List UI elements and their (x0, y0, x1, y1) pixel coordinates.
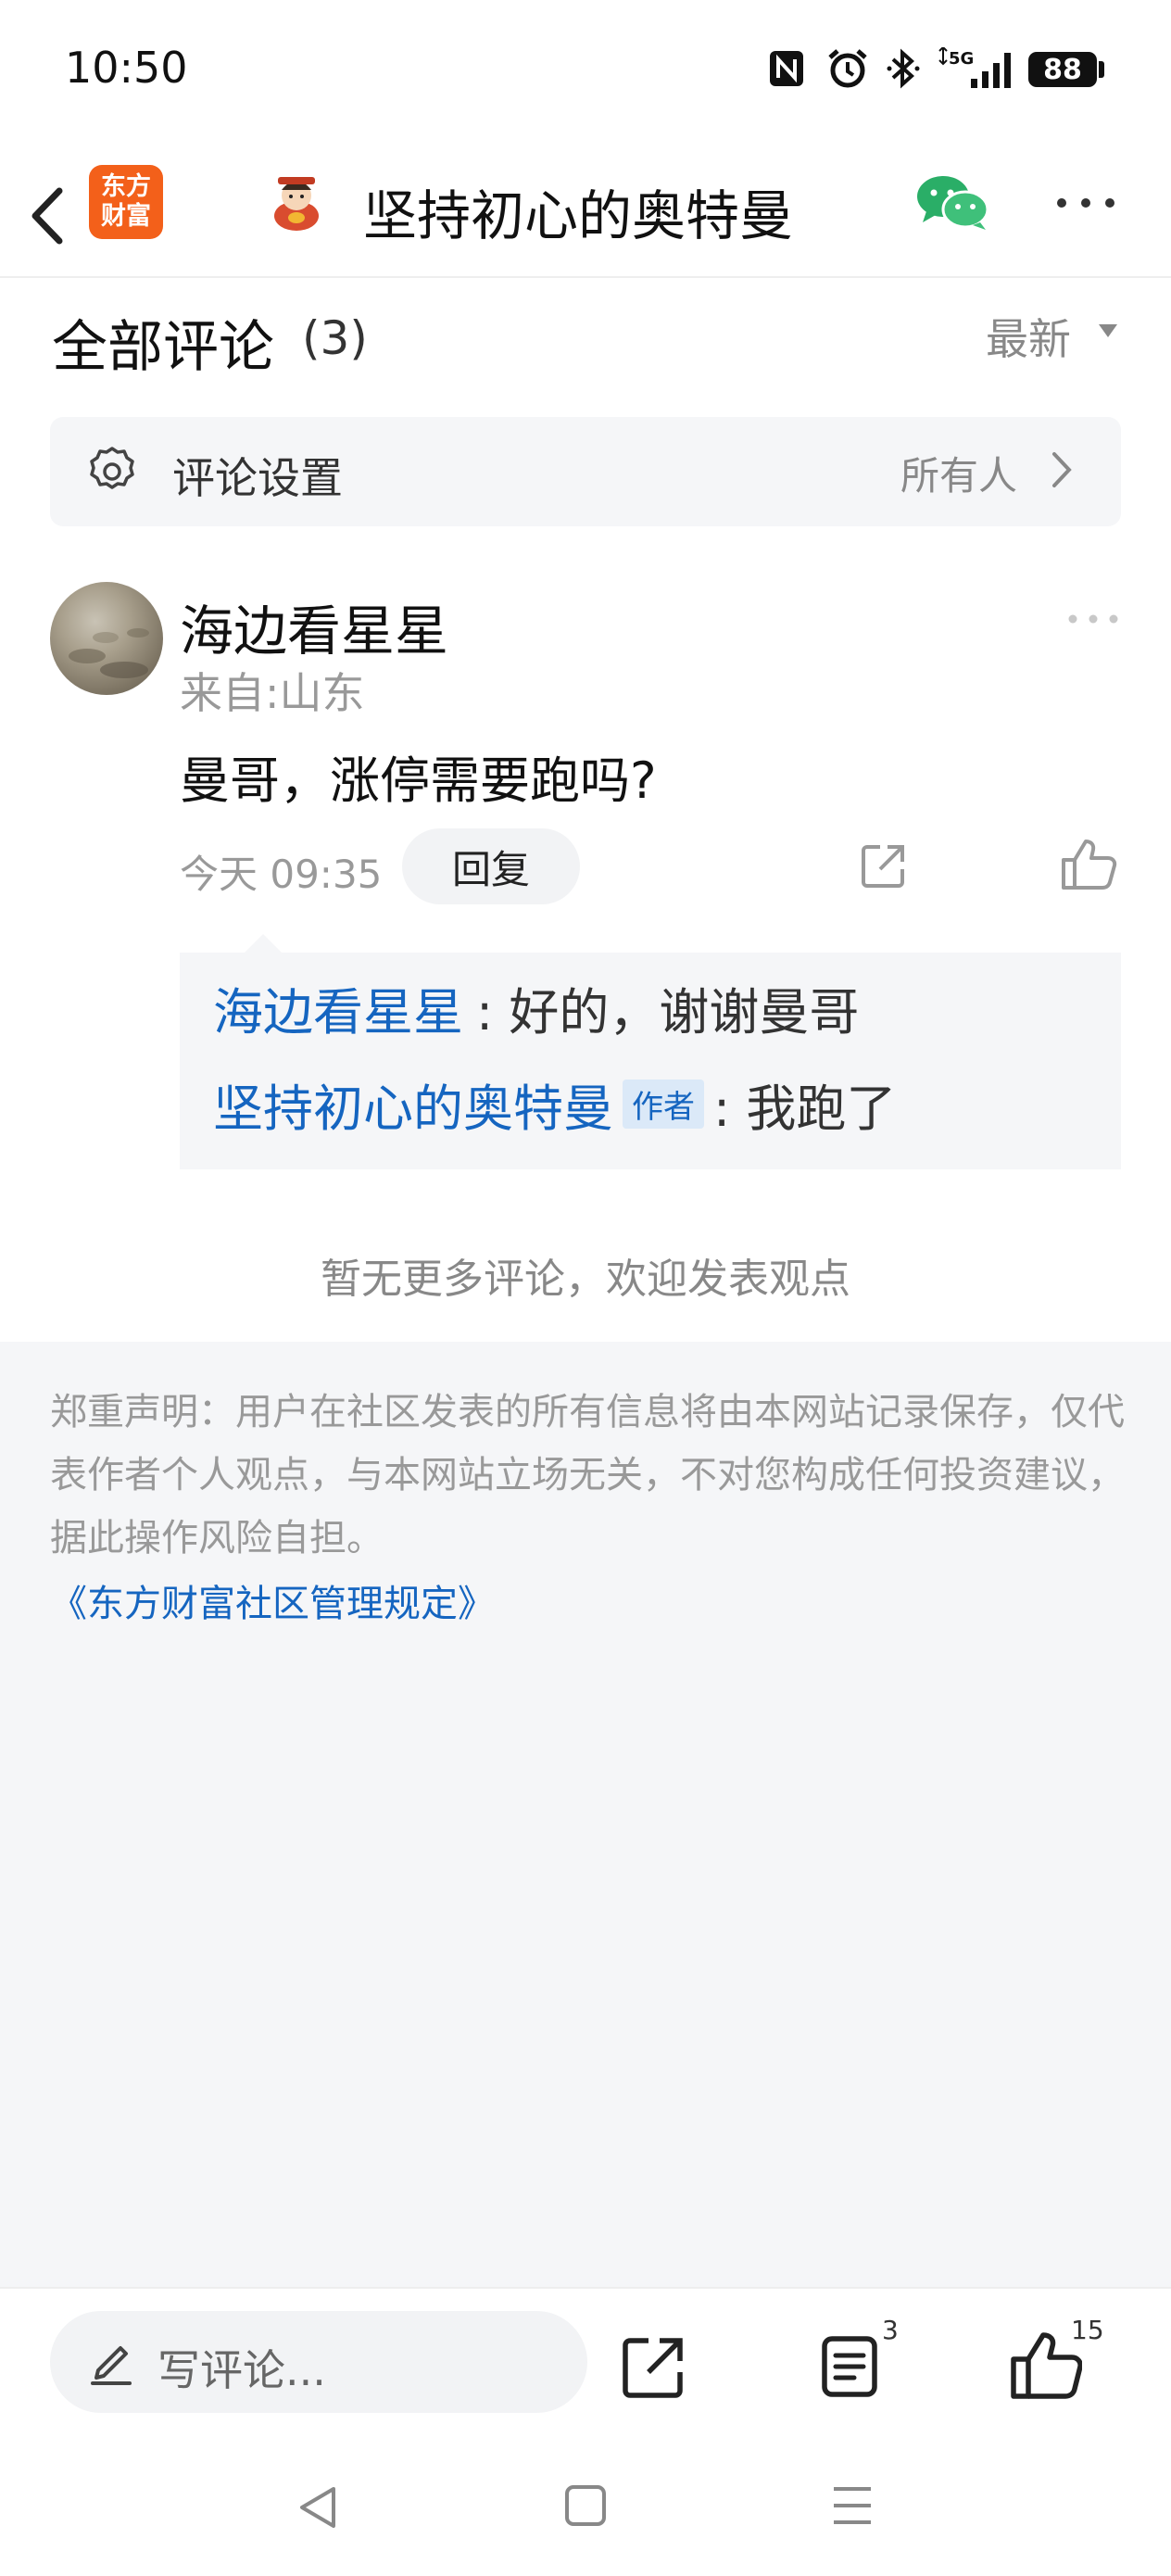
logo-line1: 东方 (101, 172, 151, 201)
reply-item[interactable]: 坚持初心的奥特曼 作者 : 我跑了 (213, 1067, 896, 1141)
5g-signal-icon: 5G (938, 47, 1017, 89)
sort-dropdown[interactable]: 最新 (986, 306, 1071, 367)
battery-indicator: 88 (1028, 52, 1097, 87)
system-back-icon[interactable] (293, 2481, 345, 2533)
reply-author-name[interactable]: 海边看星星 (213, 971, 463, 1044)
like-icon[interactable] (1060, 838, 1117, 891)
system-menu-icon[interactable] (830, 2483, 875, 2528)
no-more-comments-text: 暂无更多评论，欢迎发表观点 (321, 1256, 850, 1303)
disclaimer-area: 郑重声明：用户在社区发表的所有信息将由本网站记录保存，仅代表作者个人观点，与本网… (0, 1342, 1171, 2287)
author-badge: 作者 (623, 1080, 704, 1129)
reply-button[interactable]: 回复 (402, 828, 580, 904)
comment-text: 曼哥，涨停需要跑吗? (180, 751, 657, 810)
share-icon[interactable] (860, 841, 908, 890)
disclaimer-text: 郑重声明：用户在社区发表的所有信息将由本网站记录保存，仅代表作者个人观点，与本网… (50, 1391, 1125, 1559)
commenter-avatar[interactable] (50, 582, 163, 695)
settings-value: 所有人 (900, 453, 1018, 499)
comment-time: 今天 09:35 (180, 852, 383, 897)
reply-text: : 我跑了 (713, 1080, 897, 1138)
community-rules-link[interactable]: 《东方财富社区管理规定》 (50, 1573, 495, 1627)
like-count-badge: 15 (1071, 2315, 1104, 2345)
bottom-action-bar: 写评论... 3 15 (0, 2287, 1171, 2452)
system-home-icon[interactable] (563, 2483, 608, 2528)
bluetooth-icon (884, 48, 925, 89)
comment-settings-row[interactable]: 评论设置 所有人 (50, 417, 1121, 526)
comment-more-icon[interactable] (1067, 612, 1119, 626)
status-time: 10:50 (65, 43, 188, 93)
comment-count-badge: 3 (882, 2315, 899, 2345)
battery-tip (1099, 61, 1104, 78)
back-icon[interactable] (20, 174, 76, 258)
pencil-icon (89, 2339, 133, 2387)
app-logo[interactable]: 东方 财富 (89, 165, 163, 239)
logo-line2: 财富 (101, 202, 151, 231)
comments-title: 全部评论 (52, 315, 274, 380)
write-comment-input[interactable]: 写评论... (50, 2311, 587, 2413)
chevron-right-icon (1049, 448, 1077, 491)
commenter-name[interactable]: 海边看星星 (180, 587, 448, 665)
reply-list: 海边看星星 : 好的，谢谢曼哥 坚持初心的奥特曼 作者 : 我跑了 (180, 953, 1121, 1169)
reply-notch (245, 934, 282, 953)
wechat-share-icon[interactable] (915, 174, 989, 232)
alarm-icon (825, 48, 871, 89)
comment-input-placeholder: 写评论... (157, 2345, 326, 2395)
comments-count: (3) (302, 311, 368, 365)
author-avatar[interactable] (269, 171, 324, 233)
reply-author-name[interactable]: 坚持初心的奥特曼 (213, 1067, 613, 1141)
comment-list-icon[interactable] (819, 2333, 884, 2400)
more-options-icon[interactable] (1054, 189, 1117, 217)
header-title: 坚持初心的奥特曼 (363, 184, 794, 247)
reply-text: : 好的，谢谢曼哥 (476, 983, 860, 1042)
gear-icon (85, 445, 139, 499)
reply-item[interactable]: 海边看星星 : 好的，谢谢曼哥 (213, 971, 859, 1044)
caret-down-icon[interactable] (1097, 322, 1119, 339)
nfc-icon (765, 48, 808, 89)
commenter-location: 来自:山东 (180, 668, 365, 718)
share-icon[interactable] (619, 2333, 687, 2402)
svg-text:5G: 5G (949, 49, 974, 69)
settings-label: 评论设置 (172, 453, 343, 503)
